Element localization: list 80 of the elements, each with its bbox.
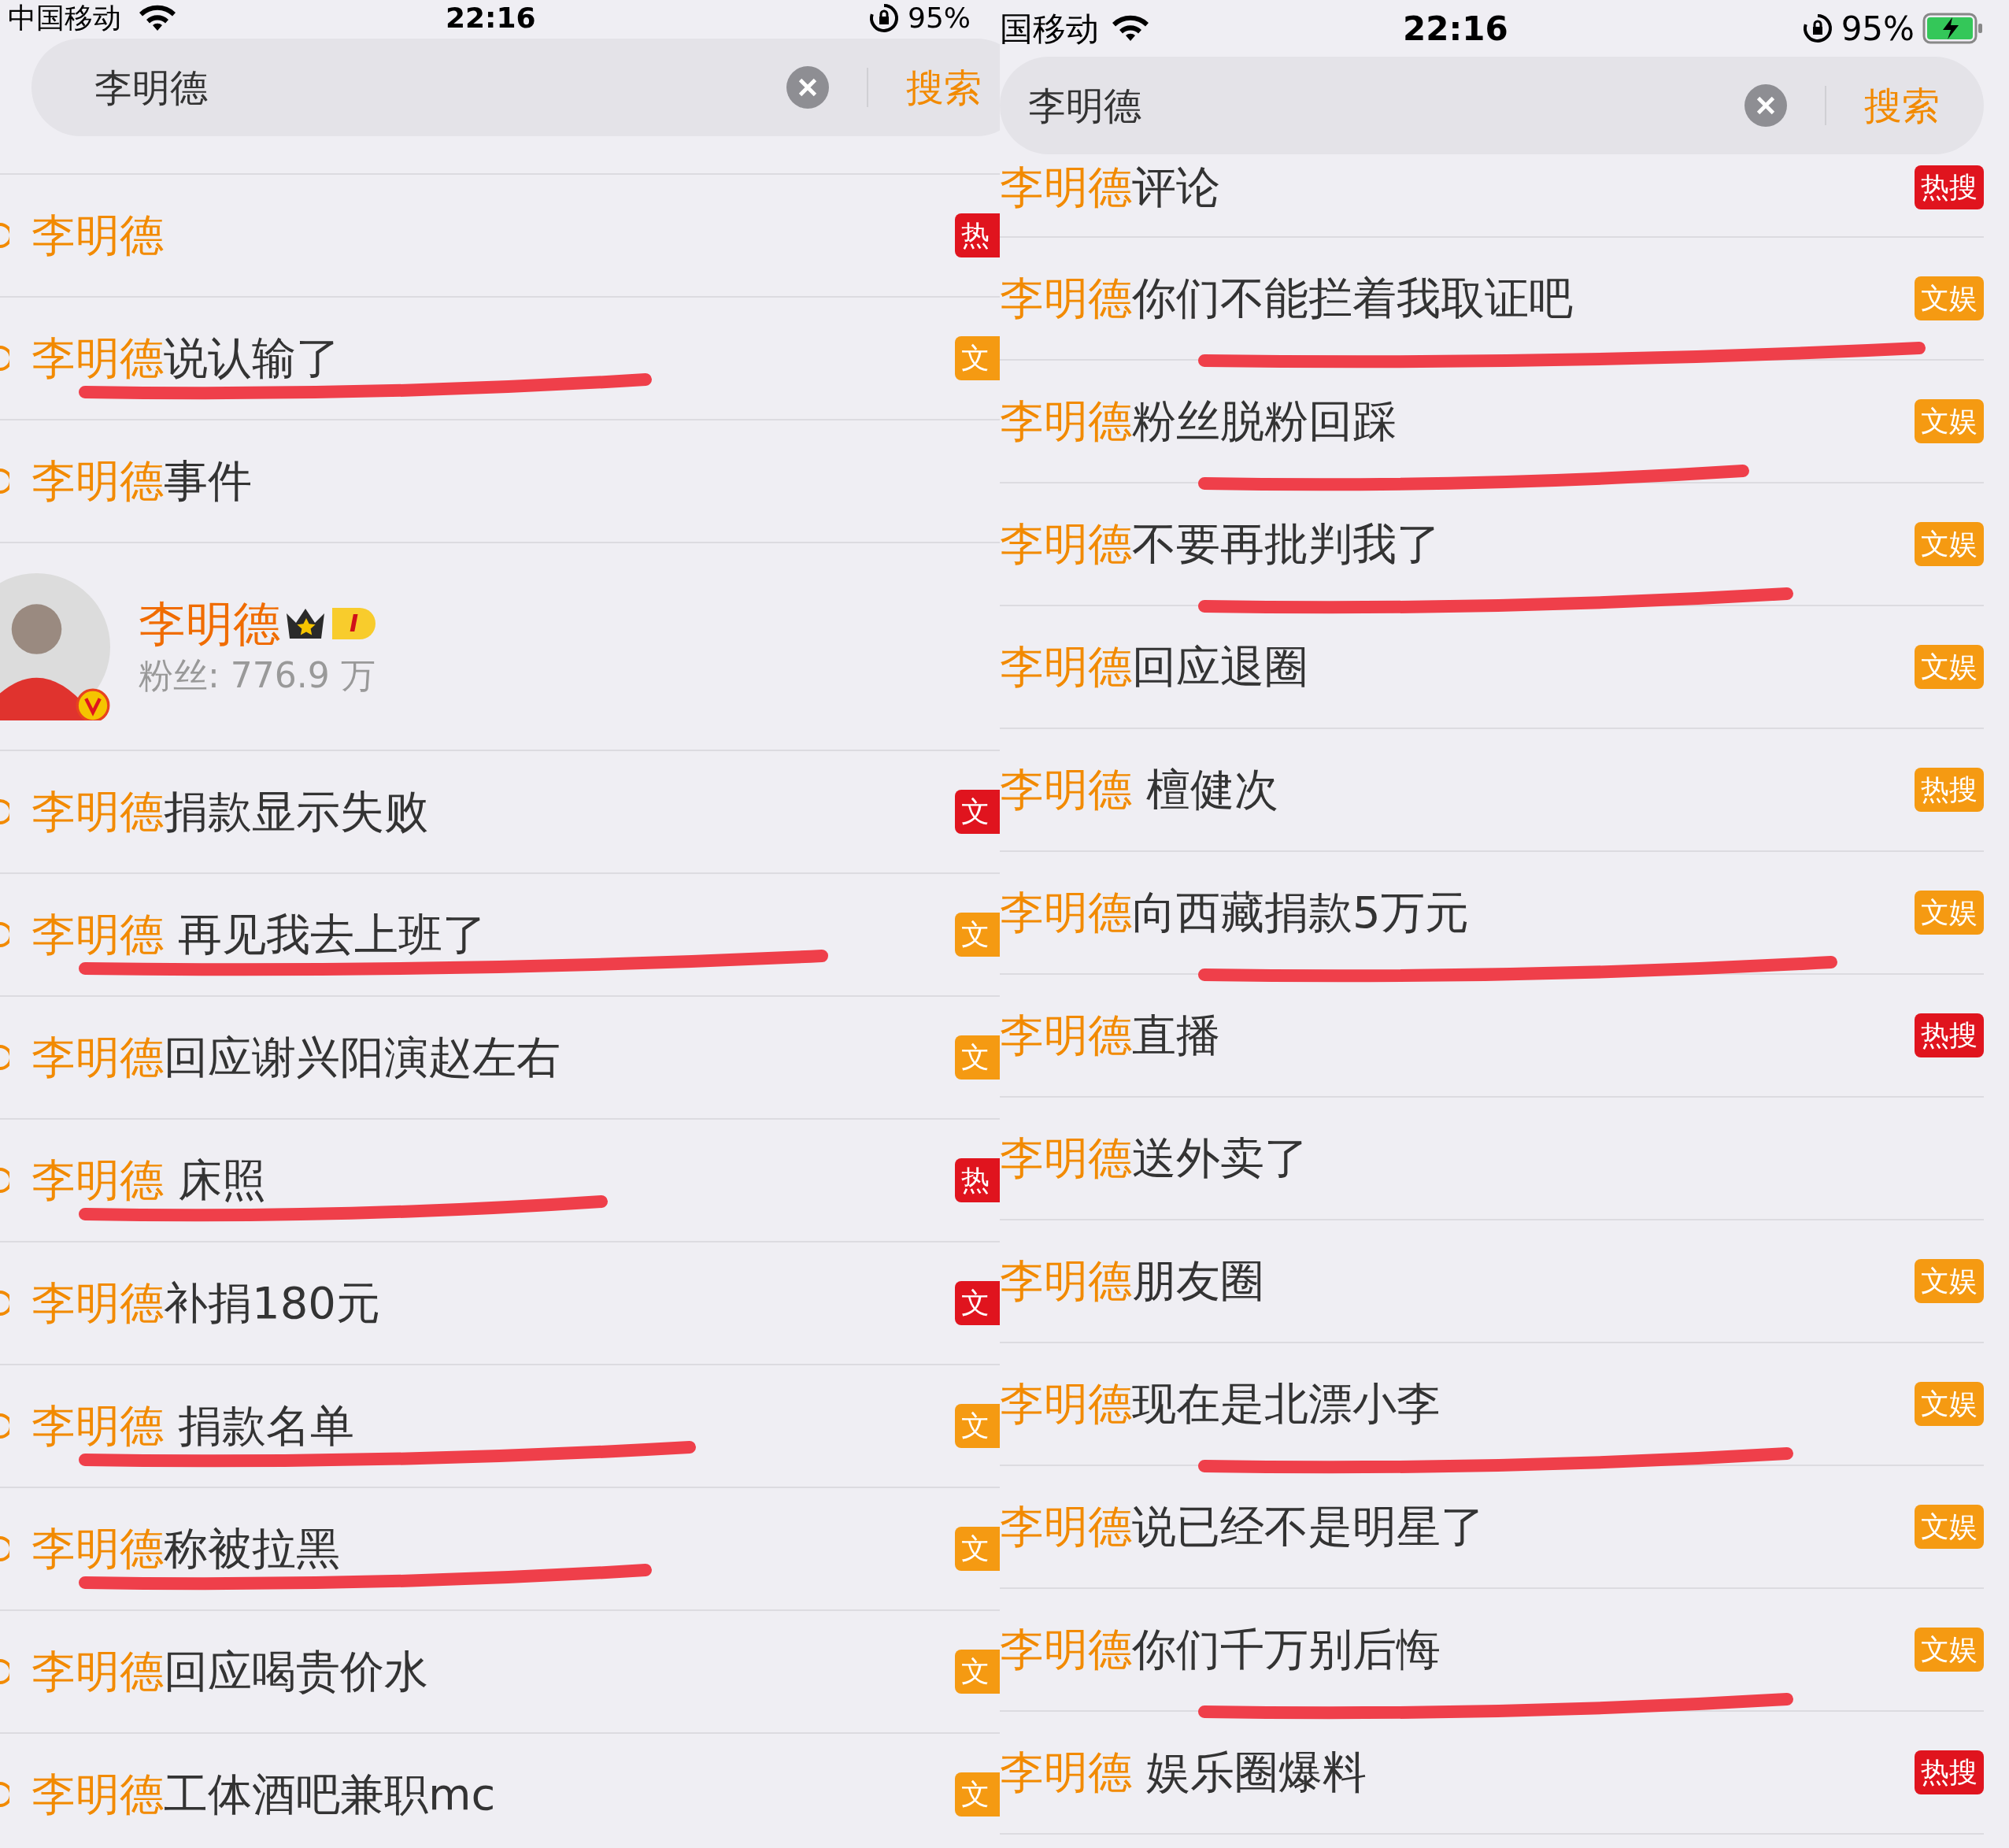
suggestion-row[interactable]: 李明德直播 热搜 xyxy=(1000,975,1984,1098)
suggestion-row[interactable]: 李明德捐款显示失败 文 xyxy=(0,751,1000,874)
suggestion-row[interactable]: 李明德 娱乐圈爆料 热搜 xyxy=(1000,1712,1984,1835)
suggestion-row[interactable]: 李明德 热 xyxy=(0,175,1000,298)
suggestion-row[interactable]: 李明德回应谢兴阳演赵左右 文 xyxy=(0,997,1000,1120)
tag-badge: 文 xyxy=(955,1404,1000,1448)
clear-icon[interactable] xyxy=(786,66,829,109)
tag-badge: 热搜 xyxy=(1915,1750,1984,1794)
suggestion-row[interactable]: 李明德说已经不是明星了 文娱 xyxy=(1000,1466,1984,1589)
tag-badge: 文 xyxy=(955,913,1000,957)
clock-time: 22:16 xyxy=(1403,8,1508,50)
tag-badge: 文娱 xyxy=(1915,522,1984,566)
suggestion-text[interactable]: 李明德评论 xyxy=(1000,165,1220,209)
avatar[interactable] xyxy=(0,572,110,720)
tag-badge: 文娱 xyxy=(1915,1505,1984,1549)
suggestion-text[interactable]: 李明德你们不能拦着我取证吧 xyxy=(1000,276,1573,320)
suggestion-row[interactable]: 李明德补捐180元 文 xyxy=(0,1242,1000,1365)
suggestion-row[interactable]: 李明德评论 热搜 xyxy=(1000,154,1984,238)
tag-badge: 文 xyxy=(955,1035,1000,1080)
suggestion-row[interactable]: 李明德事件 xyxy=(0,420,1000,543)
suggestion-row[interactable]: 李明德朋友圈 文娱 xyxy=(1000,1220,1984,1343)
tag-badge: 热搜 xyxy=(1915,1013,1984,1057)
suggestion-text[interactable]: 李明德 娱乐圈爆料 xyxy=(1000,1750,1367,1794)
suggestion-text[interactable]: 李明德送外卖了 xyxy=(1000,1136,1308,1180)
tag-badge: 文娱 xyxy=(1915,645,1984,689)
suggestion-row[interactable]: 李明德回应退圈 文娱 xyxy=(1000,606,1984,729)
search-field[interactable]: 李明德 搜索 xyxy=(31,39,1000,136)
clear-icon[interactable] xyxy=(1744,84,1787,127)
suggestion-text[interactable]: 李明德事件 xyxy=(31,459,252,503)
level-badge: I xyxy=(332,608,376,639)
tag-badge: 文娱 xyxy=(1915,1628,1984,1672)
suggestion-text[interactable]: 李明德捐款显示失败 xyxy=(31,790,428,834)
suggestion-text[interactable]: 李明德称被拉黑 xyxy=(31,1527,340,1571)
suggestion-text[interactable]: 李明德直播 xyxy=(1000,1013,1220,1057)
suggestion-text[interactable]: 李明德说已经不是明星了 xyxy=(1000,1505,1485,1549)
battery-percent: 95% xyxy=(1841,8,1915,50)
tag-badge: 文娱 xyxy=(1915,891,1984,935)
suggestion-row[interactable]: 李明德回应喝贵价水 文 xyxy=(0,1611,1000,1734)
suggestion-text[interactable]: 李明德现在是北漂小李 xyxy=(1000,1382,1441,1426)
rotation-lock-icon xyxy=(868,2,900,34)
tag-badge: 文娱 xyxy=(1915,1259,1984,1303)
tag-badge: 文娱 xyxy=(1915,276,1984,320)
tag-badge: 热搜 xyxy=(1915,165,1984,209)
suggestion-text[interactable]: 李明德向西藏捐款5万元 xyxy=(1000,891,1469,935)
tag-badge: 热 xyxy=(955,1158,1000,1202)
carrier-name: 国移动 xyxy=(1000,8,1099,50)
suggestion-text[interactable]: 李明德补捐180元 xyxy=(31,1281,380,1325)
suggestion-row[interactable]: 李明德工体酒吧兼职mc 文 xyxy=(0,1734,1000,1848)
suggestion-text[interactable]: 李明德 再见我去上班了 xyxy=(31,913,487,957)
suggestion-text[interactable]: 李明德朋友圈 xyxy=(1000,1259,1264,1303)
suggestion-text[interactable]: 李明德 檀健次 xyxy=(1000,768,1278,812)
suggestion-text[interactable]: 李明德工体酒吧兼职mc xyxy=(31,1772,496,1817)
suggestion-text[interactable]: 李明德说认输了 xyxy=(31,336,340,380)
suggestion-row[interactable]: 李明德 檀健次 热搜 xyxy=(1000,729,1984,852)
battery-percent: 95% xyxy=(908,4,971,32)
tag-badge: 文 xyxy=(955,1772,1000,1817)
suggestion-text[interactable]: 李明德回应退圈 xyxy=(1000,645,1308,689)
suggestion-text[interactable]: 李明德你们千万别后悔 xyxy=(1000,1628,1441,1672)
carrier-name: 中国移动 xyxy=(8,4,121,32)
suggestion-text[interactable]: 李明德 床照 xyxy=(31,1158,266,1202)
suggestion-text[interactable]: 李明德 捐款名单 xyxy=(31,1404,354,1448)
tag-badge: 文 xyxy=(955,1281,1000,1325)
clock-time: 22:16 xyxy=(446,4,536,32)
rotation-lock-icon xyxy=(1801,13,1833,44)
suggestion-text[interactable]: 李明德回应谢兴阳演赵左右 xyxy=(31,1035,561,1080)
tag-badge: 文 xyxy=(955,1650,1000,1694)
tag-badge: 热搜 xyxy=(1915,768,1984,812)
suggestion-text[interactable]: 李明德回应喝贵价水 xyxy=(31,1650,428,1694)
tag-badge: 文 xyxy=(955,336,1000,380)
verified-icon xyxy=(76,687,110,720)
tag-badge: 文 xyxy=(955,1527,1000,1571)
search-field[interactable]: 李明德 搜索 xyxy=(1000,57,1984,154)
tag-badge: 文娱 xyxy=(1915,399,1984,443)
tag-badge: 热 xyxy=(955,213,1000,257)
suggestion-text[interactable]: 李明德不要再批判我了 xyxy=(1000,522,1441,566)
suggestion-text[interactable]: 李明德粉丝脱粉回踩 xyxy=(1000,399,1397,443)
fans-count: 粉丝: 776.9 万 xyxy=(139,658,376,693)
suggestion-row[interactable]: 李明德送外卖了 xyxy=(1000,1098,1984,1220)
tag-badge: 文娱 xyxy=(1915,1382,1984,1426)
tag-badge: 文 xyxy=(955,790,1000,834)
